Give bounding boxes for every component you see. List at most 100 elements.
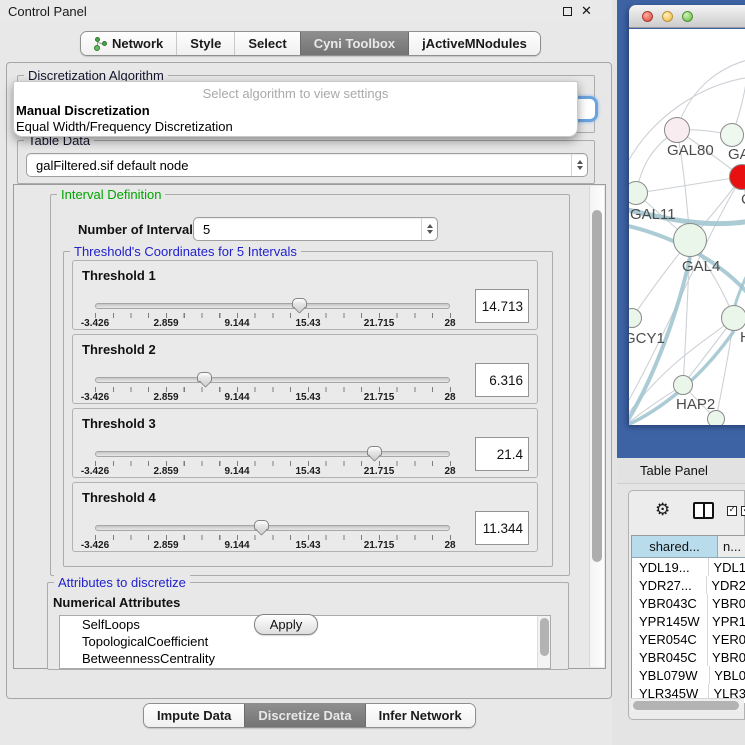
tick-label: 28 <box>444 318 455 329</box>
cell-name[interactable]: YDR2 <box>707 576 745 594</box>
tick-label: 21.715 <box>364 466 395 477</box>
table-row[interactable]: YBR045C YBR0 <box>632 648 745 666</box>
tick-label: 28 <box>444 466 455 477</box>
combo-stepper-icon <box>421 218 437 240</box>
tab-jactivemnodules[interactable]: jActiveMNodules <box>408 32 540 55</box>
tab-impute-data-label: Impute Data <box>157 708 231 723</box>
cell-name[interactable]: YBR0 <box>708 648 745 666</box>
checkbox-icon[interactable] <box>727 506 737 516</box>
network-node-label: C <box>741 191 745 208</box>
table-row[interactable]: YPR145W YPR1 <box>632 612 745 630</box>
threshold-3-value-field[interactable]: 21.4 <box>475 437 529 471</box>
slider-thumb[interactable] <box>254 520 269 530</box>
algorithm-option-manual[interactable]: Manual Discretization <box>16 103 150 118</box>
network-node[interactable] <box>673 375 693 395</box>
settings-scroll-panel: Interval Definition Number of Intervals … <box>13 184 606 669</box>
threshold-2-slider[interactable] <box>95 377 450 383</box>
threshold-4-panel: Threshold 4 -3.426 2.859 9.144 15.43 21.… <box>72 482 538 552</box>
cell-shared-name[interactable]: YDL19... <box>632 558 709 576</box>
cell-shared-name[interactable]: YER054C <box>632 630 708 648</box>
network-node[interactable] <box>673 223 707 257</box>
split-columns-icon[interactable] <box>693 502 714 519</box>
cell-name[interactable]: YER0 <box>708 630 745 648</box>
slider-thumb[interactable] <box>197 372 212 382</box>
slider-thumb[interactable] <box>292 298 307 308</box>
threshold-2-panel: Threshold 2 -3.426 2.859 9.144 15.43 21.… <box>72 334 538 404</box>
tick-label: 9.144 <box>224 466 249 477</box>
cell-shared-name[interactable]: YDR27... <box>632 576 707 594</box>
table-row[interactable]: YBL079W YBL0 <box>632 666 745 684</box>
list-item[interactable]: BetweennessCentrality <box>60 650 550 667</box>
list-item[interactable]: TopologicalCoefficient <box>60 633 550 650</box>
cyni-toolbox-panel: Discretization Algorithm Table Data galF… <box>6 62 612 699</box>
table-panel-bar: Table Panel <box>617 458 745 484</box>
tick-label: 21.715 <box>364 318 395 329</box>
threshold-1-value-field[interactable]: 14.713 <box>475 289 529 323</box>
table-row[interactable]: YBR043C YBR0 <box>632 594 745 612</box>
tab-jactivemnodules-label: jActiveMNodules <box>422 36 527 51</box>
right-section: GAL80GACGAL11GAL4GCY1HHAP2 Table Panel ⚙… <box>612 0 745 745</box>
threshold-4-value-field[interactable]: 11.344 <box>475 511 529 545</box>
cell-shared-name[interactable]: YBR045C <box>632 648 708 666</box>
cell-name[interactable]: YBR0 <box>708 594 745 612</box>
cell-name[interactable]: YDL1 <box>709 558 745 576</box>
tab-style[interactable]: Style <box>176 32 234 55</box>
network-window-titlebar[interactable] <box>629 5 745 28</box>
network-node[interactable] <box>721 305 745 331</box>
tab-network[interactable]: Network <box>81 32 176 55</box>
checkbox-icon[interactable] <box>741 506 745 516</box>
tick-label: 9.144 <box>224 318 249 329</box>
cell-name[interactable]: YPR1 <box>708 612 745 630</box>
tab-cyni-toolbox[interactable]: Cyni Toolbox <box>300 32 408 55</box>
table-row[interactable]: YDR27... YDR2 <box>632 576 745 594</box>
content-scrollbar[interactable] <box>589 186 604 667</box>
tick-label: 28 <box>444 392 455 403</box>
table-horizontal-scrollbar[interactable] <box>631 698 744 711</box>
network-node[interactable] <box>707 410 725 425</box>
tick-label: 15.43 <box>295 318 320 329</box>
network-node[interactable] <box>720 123 744 147</box>
table-row[interactable]: YER054C YER0 <box>632 630 745 648</box>
cell-name[interactable]: YBL0 <box>710 666 745 684</box>
tab-select[interactable]: Select <box>234 32 299 55</box>
table-data-combobox[interactable]: galFiltered.sif default node <box>26 153 588 177</box>
threshold-3-slider[interactable] <box>95 451 450 457</box>
threshold-coordinates-group: Threshold's Coordinates for 5 Intervals … <box>63 251 553 567</box>
network-node[interactable] <box>664 117 690 143</box>
cell-shared-name[interactable]: YBR043C <box>632 594 708 612</box>
algorithm-option-equal-width[interactable]: Equal Width/Frequency Discretization <box>16 119 233 134</box>
close-icon[interactable]: ✕ <box>581 3 592 19</box>
gear-icon[interactable]: ⚙ <box>655 500 670 520</box>
window-close-icon[interactable] <box>642 11 653 22</box>
tick-label: 15.43 <box>295 540 320 551</box>
threshold-4-slider[interactable] <box>95 525 450 531</box>
tab-infer-network[interactable]: Infer Network <box>365 704 475 727</box>
apply-button[interactable]: Apply <box>254 614 318 635</box>
tab-select-label: Select <box>248 36 286 51</box>
window-minimize-icon[interactable] <box>662 11 673 22</box>
network-canvas[interactable]: GAL80GACGAL11GAL4GCY1HHAP2 <box>629 29 745 425</box>
cell-shared-name[interactable]: YPR145W <box>632 612 708 630</box>
interval-definition-title: Interval Definition <box>57 187 165 202</box>
tab-discretize-data[interactable]: Discretize Data <box>244 704 364 727</box>
cell-shared-name[interactable]: YBL079W <box>632 666 710 684</box>
screenshot-root: { "window": { "title": "Control Panel" }… <box>0 0 745 745</box>
column-header-name[interactable]: n... <box>718 536 745 557</box>
table-row[interactable]: YDL19... YDL1 <box>632 558 745 576</box>
table-data-group: Table Data galFiltered.sif default node <box>17 140 595 184</box>
column-header-shared-name[interactable]: shared... <box>632 536 718 557</box>
window-zoom-icon[interactable] <box>682 11 693 22</box>
tick-label: 2.859 <box>153 318 178 329</box>
number-of-intervals-combobox[interactable]: 5 <box>193 217 438 241</box>
slider-tick-labels: -3.426 2.859 9.144 15.43 21.715 28 <box>95 466 450 478</box>
float-window-icon[interactable] <box>563 7 572 16</box>
threshold-1-slider[interactable] <box>95 303 450 309</box>
tab-impute-data[interactable]: Impute Data <box>144 704 244 727</box>
list-scrollbar[interactable] <box>537 616 550 668</box>
slider-thumb[interactable] <box>367 446 382 456</box>
slider-tick-labels: -3.426 2.859 9.144 15.43 21.715 28 <box>95 540 450 552</box>
control-panel-titlebar: Control Panel ✕ <box>0 0 612 22</box>
algorithm-prompt-option[interactable]: Select algorithm to view settings <box>14 86 577 101</box>
threshold-2-value-field[interactable]: 6.316 <box>475 363 529 397</box>
tab-network-label: Network <box>112 36 163 51</box>
